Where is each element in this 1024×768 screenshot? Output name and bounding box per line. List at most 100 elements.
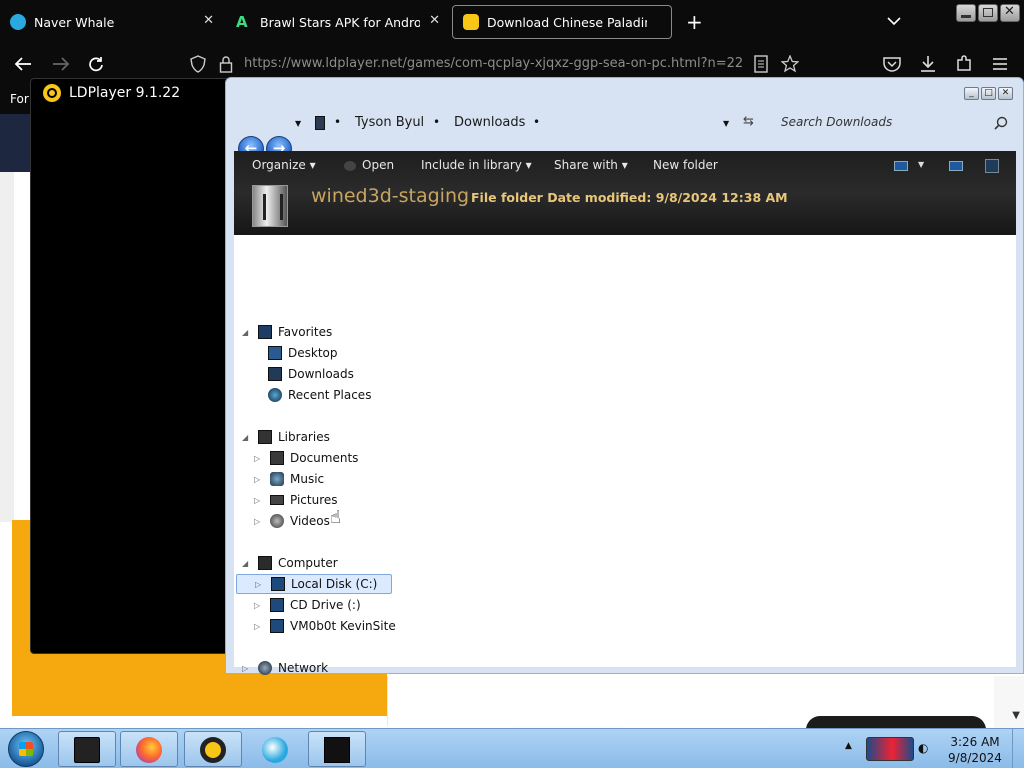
collapse-icon[interactable]: ◢ bbox=[242, 433, 252, 442]
network-icon bbox=[258, 661, 272, 675]
scroll-down-icon[interactable]: ▼ bbox=[1012, 710, 1020, 721]
explorer-minimize-button[interactable]: _ bbox=[964, 87, 979, 100]
nav-label: Favorites bbox=[278, 325, 333, 339]
collapse-icon[interactable]: ◢ bbox=[242, 559, 252, 568]
expand-icon[interactable]: ▷ bbox=[254, 601, 264, 610]
nav-cd-drive[interactable]: ▷ CD Drive (:) bbox=[254, 595, 361, 615]
explorer-window[interactable]: _ □ ✕ ← → ▼ • Tyson Byul • Downloads • ▼… bbox=[225, 77, 1024, 675]
hard-drive-icon bbox=[271, 577, 285, 591]
taskbar-console[interactable] bbox=[308, 731, 366, 767]
expand-icon[interactable]: ▷ bbox=[255, 580, 265, 589]
nav-pictures[interactable]: ▷ Pictures bbox=[254, 490, 338, 510]
nav-documents[interactable]: ▷ Documents bbox=[254, 448, 358, 468]
site-nav-link[interactable]: For bbox=[10, 92, 29, 106]
explorer-close-button[interactable]: ✕ bbox=[998, 87, 1013, 100]
breadcrumb-separator[interactable]: • bbox=[433, 115, 440, 129]
url-bar[interactable]: https://www.ldplayer.net/games/com-qcpla… bbox=[244, 56, 744, 71]
url-text: https://www.ldplayer.net/games/com-qcpla… bbox=[244, 56, 744, 71]
nav-downloads[interactable]: Downloads bbox=[268, 364, 354, 384]
expand-icon[interactable]: ▷ bbox=[254, 496, 264, 505]
network-status-icon[interactable]: ◐ bbox=[918, 741, 928, 755]
ldplayer-window[interactable]: LDPlayer 9.1.22 bbox=[30, 78, 230, 654]
search-icon[interactable] bbox=[994, 116, 1008, 130]
nav-computer[interactable]: ◢ Computer bbox=[242, 553, 338, 573]
include-in-library-label: Include in library bbox=[421, 158, 522, 172]
address-dropdown-icon[interactable]: ▼ bbox=[723, 119, 729, 128]
expand-icon[interactable]: ▷ bbox=[242, 664, 252, 673]
breadcrumb-separator[interactable]: • bbox=[334, 115, 341, 129]
views-dropdown-icon[interactable]: ▼ bbox=[918, 160, 924, 169]
refresh-icon[interactable]: ⇆ bbox=[743, 114, 754, 129]
nav-label: VM0b0t KevinSite bbox=[290, 619, 396, 633]
cd-drive-icon bbox=[270, 598, 284, 612]
start-button[interactable] bbox=[8, 731, 44, 767]
help-icon[interactable] bbox=[985, 159, 999, 173]
nav-recent-places[interactable]: Recent Places bbox=[268, 385, 371, 405]
tab-naver-whale[interactable]: Naver Whale ✕ bbox=[0, 5, 220, 39]
organize-button[interactable]: Organize ▾ bbox=[252, 158, 316, 172]
download-icon[interactable] bbox=[919, 55, 937, 73]
nav-label: Recent Places bbox=[288, 388, 372, 402]
preview-pane-icon[interactable] bbox=[949, 161, 963, 171]
explorer-maximize-button[interactable]: □ bbox=[981, 87, 996, 100]
close-icon[interactable]: ✕ bbox=[429, 13, 440, 28]
views-icon[interactable] bbox=[894, 161, 908, 171]
nav-network[interactable]: ▷ Network bbox=[242, 658, 328, 678]
taskbar-ldplayer[interactable] bbox=[184, 731, 242, 767]
breadcrumb-user[interactable]: Tyson Byul bbox=[355, 115, 424, 130]
reload-icon[interactable] bbox=[88, 56, 104, 72]
breadcrumb-separator[interactable]: • bbox=[533, 115, 540, 129]
pocket-icon[interactable] bbox=[883, 56, 901, 72]
ldplayer-title: LDPlayer 9.1.22 bbox=[69, 85, 181, 101]
nav-local-disk[interactable]: ▷ Local Disk (C:) bbox=[236, 574, 392, 594]
show-hidden-icons[interactable]: ▲ bbox=[845, 741, 852, 751]
forward-icon[interactable] bbox=[52, 56, 70, 72]
nav-label: Downloads bbox=[288, 367, 354, 381]
lock-icon[interactable] bbox=[219, 55, 233, 73]
taskbar-whale[interactable] bbox=[246, 731, 304, 767]
search-input[interactable]: Search Downloads bbox=[781, 115, 892, 129]
menu-icon[interactable] bbox=[992, 57, 1008, 71]
expand-icon[interactable]: ▷ bbox=[254, 622, 264, 631]
new-tab-button[interactable]: + bbox=[686, 12, 703, 32]
collapse-icon[interactable]: ◢ bbox=[242, 328, 252, 337]
nav-music[interactable]: ▷ Music bbox=[254, 469, 324, 489]
bookmark-star-icon[interactable] bbox=[781, 55, 799, 73]
chevron-down-icon[interactable] bbox=[886, 13, 902, 29]
nav-label: Libraries bbox=[278, 430, 330, 444]
nav-videos[interactable]: ▷ Videos bbox=[254, 511, 330, 531]
recent-pages-icon[interactable]: ▼ bbox=[295, 119, 301, 128]
new-folder-button[interactable]: New folder bbox=[653, 158, 718, 172]
nav-label: Videos bbox=[290, 514, 330, 528]
clock-date: 9/8/2024 bbox=[948, 751, 1002, 765]
close-icon[interactable]: ✕ bbox=[203, 13, 214, 28]
nav-favorites[interactable]: ◢ Favorites bbox=[242, 322, 332, 342]
tray-app-icon[interactable] bbox=[866, 737, 914, 761]
expand-icon[interactable]: ▷ bbox=[254, 454, 264, 463]
taskbar-explorer[interactable] bbox=[58, 731, 116, 767]
close-button[interactable]: ✕ bbox=[1000, 4, 1020, 22]
breadcrumb-downloads[interactable]: Downloads bbox=[454, 115, 525, 130]
restore-button[interactable] bbox=[978, 4, 998, 22]
extensions-icon[interactable] bbox=[955, 55, 973, 73]
expand-icon[interactable]: ▷ bbox=[254, 517, 264, 526]
tab-brawl-stars[interactable]: A Brawl Stars APK for Android Do ✕ bbox=[226, 5, 446, 39]
open-button[interactable]: Open bbox=[344, 158, 394, 172]
share-with-label: Share with bbox=[554, 158, 618, 172]
pictures-icon bbox=[270, 495, 284, 505]
expand-icon[interactable]: ▷ bbox=[254, 475, 264, 484]
reader-view-icon[interactable] bbox=[754, 55, 768, 73]
minimize-button[interactable] bbox=[956, 4, 976, 22]
share-with-button[interactable]: Share with ▾ bbox=[554, 158, 628, 172]
include-in-library-button[interactable]: Include in library ▾ bbox=[421, 158, 532, 172]
tab-chinese-paladin[interactable]: Download Chinese Paladin on P bbox=[452, 5, 672, 39]
show-desktop-button[interactable] bbox=[1012, 729, 1024, 768]
taskbar-firefox[interactable] bbox=[120, 731, 178, 767]
nav-libraries[interactable]: ◢ Libraries bbox=[242, 427, 330, 447]
system-clock[interactable]: 3:26 AM 9/8/2024 bbox=[945, 734, 1005, 766]
selected-item-details: File folder Date modified: 9/8/2024 12:3… bbox=[471, 190, 788, 205]
nav-network-drive[interactable]: ▷ VM0b0t KevinSite bbox=[254, 616, 396, 636]
back-icon[interactable] bbox=[14, 56, 32, 72]
nav-desktop[interactable]: Desktop bbox=[268, 343, 338, 363]
shield-icon[interactable] bbox=[190, 55, 206, 73]
